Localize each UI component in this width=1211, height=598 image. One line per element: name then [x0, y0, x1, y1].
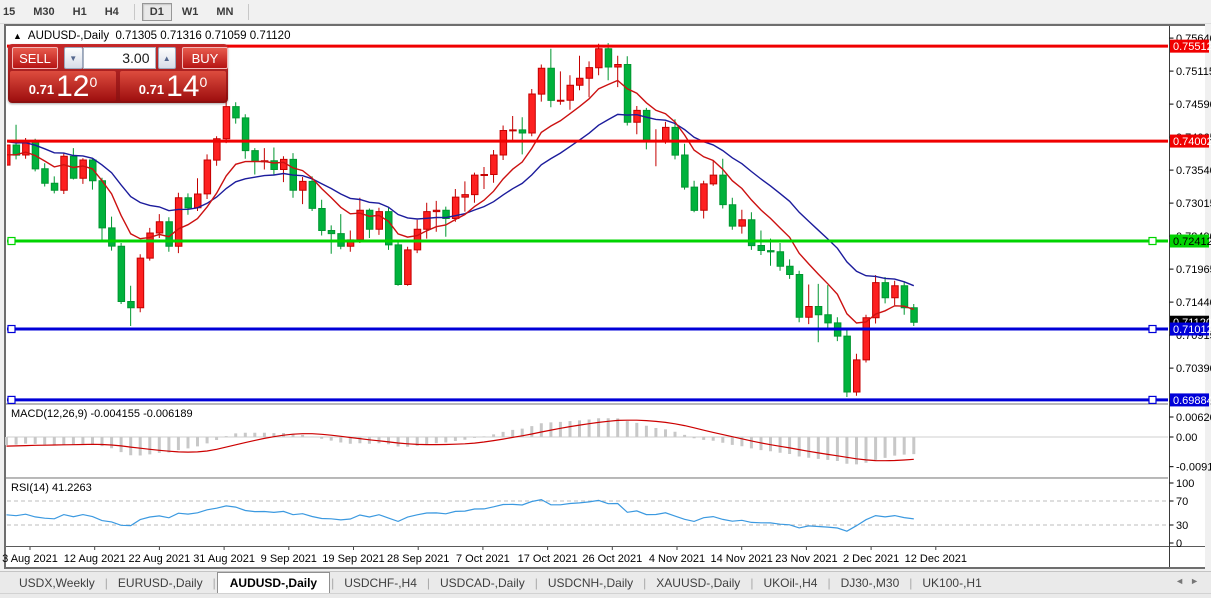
chart-tab-ukoil-[interactable]: UKOil-,H4: [754, 573, 826, 593]
svg-text:12 Dec 2021: 12 Dec 2021: [905, 553, 967, 565]
chart-background: [6, 26, 1205, 567]
tab-scroll-right-button[interactable]: ►: [1190, 576, 1205, 586]
buy-button[interactable]: BUY: [182, 47, 228, 69]
svg-text:22 Aug 2021: 22 Aug 2021: [129, 553, 191, 565]
svg-text:12 Aug 2021: 12 Aug 2021: [64, 553, 126, 565]
svg-text:0.71440: 0.71440: [1176, 297, 1211, 309]
svg-text:0.75115: 0.75115: [1176, 66, 1211, 78]
svg-text:28 Sep 2021: 28 Sep 2021: [387, 553, 449, 565]
buy-price-sup: 0: [199, 76, 207, 88]
level-handle: [1149, 238, 1156, 245]
tab-scroll-arrows: ◄►: [1175, 576, 1205, 586]
buy-price-prefix: 0.71: [139, 82, 164, 97]
svg-text:4 Nov 2021: 4 Nov 2021: [649, 553, 705, 565]
svg-text:0.71965: 0.71965: [1176, 264, 1211, 276]
collapse-panel-icon[interactable]: ▲: [13, 31, 22, 41]
svg-text:0.72412: 0.72412: [1173, 236, 1211, 248]
arrow-up-icon: ▲: [163, 54, 171, 63]
svg-text:3 Aug 2021: 3 Aug 2021: [2, 553, 58, 565]
sell-price-tile[interactable]: 0.71 12 0: [10, 71, 116, 101]
svg-text:23 Nov 2021: 23 Nov 2021: [775, 553, 837, 565]
svg-text:26 Oct 2021: 26 Oct 2021: [582, 553, 642, 565]
sell-price-sup: 0: [89, 76, 97, 88]
arrow-down-icon: ▼: [69, 54, 77, 63]
svg-text:0.74590: 0.74590: [1176, 99, 1211, 111]
svg-text:0.69884: 0.69884: [1173, 395, 1211, 407]
svg-text:0.00: 0.00: [1176, 432, 1197, 444]
macd-indicator-label: MACD(12,26,9) -0.004155 -0.006189: [11, 408, 193, 420]
sell-price-prefix: 0.71: [29, 82, 54, 97]
volume-input[interactable]: [83, 47, 156, 69]
chart-tab-dj30-[interactable]: DJ30-,M30: [832, 573, 909, 593]
svg-text:0: 0: [1176, 538, 1182, 550]
svg-text:0.006201: 0.006201: [1176, 412, 1211, 424]
chart-tab-usdcnh-[interactable]: USDCNH-,Daily: [539, 573, 642, 593]
level-handle: [8, 238, 15, 245]
mt4-terminal: { "toolbar": {"timeframes": ["15","M30",…: [0, 0, 1211, 598]
chart-tab-usdchf-[interactable]: USDCHF-,H4: [335, 573, 426, 593]
level-handle: [1149, 326, 1156, 333]
sell-button[interactable]: SELL: [12, 47, 58, 69]
svg-text:14 Nov 2021: 14 Nov 2021: [711, 553, 773, 565]
svg-text:100: 100: [1176, 478, 1194, 490]
level-handle: [1149, 396, 1156, 403]
chart-title: ▲ AUDUSD-,Daily 0.71305 0.71316 0.71059 0…: [13, 30, 290, 42]
volume-decrease-button[interactable]: ▼: [64, 47, 83, 69]
svg-text:9 Sep 2021: 9 Sep 2021: [261, 553, 317, 565]
chart-tab-eurusd-[interactable]: EURUSD-,Daily: [109, 573, 212, 593]
svg-text:-0.009197: -0.009197: [1176, 462, 1211, 474]
svg-text:0.74002: 0.74002: [1173, 136, 1211, 148]
chart-tab-uk100-[interactable]: UK100-,H1: [913, 573, 990, 593]
svg-text:30: 30: [1176, 520, 1188, 532]
svg-text:0.73540: 0.73540: [1176, 165, 1211, 177]
sell-price-big: 12: [56, 74, 89, 100]
chart-tab-usdcad-[interactable]: USDCAD-,Daily: [431, 573, 534, 593]
svg-text:70: 70: [1176, 496, 1188, 508]
svg-text:0.71012: 0.71012: [1173, 324, 1211, 336]
svg-text:17 Oct 2021: 17 Oct 2021: [518, 553, 578, 565]
status-bar: [0, 593, 1211, 598]
svg-text:31 Aug 2021: 31 Aug 2021: [193, 553, 255, 565]
chart-ohlc-values: 0.71305 0.71316 0.71059 0.71120: [115, 30, 290, 42]
level-handle: [8, 396, 15, 403]
svg-text:19 Sep 2021: 19 Sep 2021: [322, 553, 384, 565]
one-click-trading-panel: SELL ▼ ▲ BUY 0.71 12 0 0.71 14 0: [8, 44, 228, 103]
svg-text:2 Dec 2021: 2 Dec 2021: [843, 553, 899, 565]
volume-increase-button[interactable]: ▲: [158, 47, 177, 69]
buy-price-big: 14: [166, 74, 199, 100]
chart-tab-audusd-[interactable]: AUDUSD-,Daily: [217, 572, 330, 593]
svg-text:7 Oct 2021: 7 Oct 2021: [456, 553, 510, 565]
chart-tab-xauusd-[interactable]: XAUUSD-,Daily: [647, 573, 749, 593]
rsi-indicator-label: RSI(14) 41.2263: [11, 482, 92, 494]
level-handle: [8, 326, 15, 333]
chart-tab-usdx[interactable]: USDX,Weekly: [10, 573, 104, 593]
buy-price-tile[interactable]: 0.71 14 0: [120, 71, 226, 101]
tab-scroll-left-button[interactable]: ◄: [1175, 576, 1190, 586]
chart-symbol-period: AUDUSD-,Daily: [28, 30, 109, 42]
svg-text:0.75512: 0.75512: [1173, 41, 1211, 53]
svg-text:0.70390: 0.70390: [1176, 363, 1211, 375]
chart-tab-bar: USDX,Weekly|EURUSD-,Daily|AUDUSD-,Daily|…: [0, 571, 1211, 594]
svg-text:0.73015: 0.73015: [1176, 198, 1211, 210]
